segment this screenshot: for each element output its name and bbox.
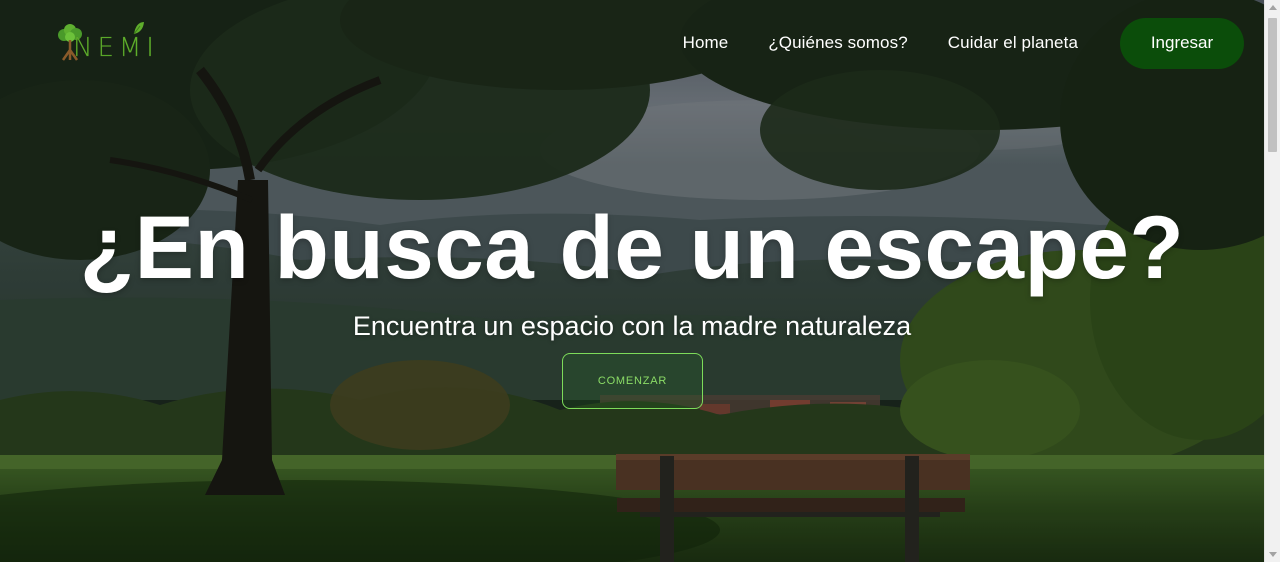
login-button[interactable]: Ingresar (1120, 17, 1244, 69)
nav-link-care-planet[interactable]: Cuidar el planeta (948, 33, 1078, 53)
landing-page: NEMI Home ¿Quiénes somos? Cuidar el plan… (0, 0, 1280, 562)
scroll-up-arrow-icon[interactable] (1269, 5, 1277, 10)
page-scrollbar[interactable] (1264, 0, 1280, 562)
logo-wordmark: NEMI (73, 33, 159, 63)
hero-subtitle: Encuentra un espacio con la madre natura… (352, 311, 912, 341)
nav-link-about[interactable]: ¿Quiénes somos? (768, 33, 907, 53)
start-button[interactable]: COMENZAR (562, 353, 703, 409)
scroll-down-arrow-icon[interactable] (1269, 552, 1277, 557)
main-navbar: Home ¿Quiénes somos? Cuidar el planeta I… (683, 17, 1244, 69)
nav-link-home[interactable]: Home (683, 33, 729, 53)
hero-title: ¿En busca de un escape? (79, 197, 1185, 297)
scrollbar-thumb[interactable] (1268, 18, 1277, 152)
brand-logo[interactable]: NEMI (50, 20, 154, 64)
